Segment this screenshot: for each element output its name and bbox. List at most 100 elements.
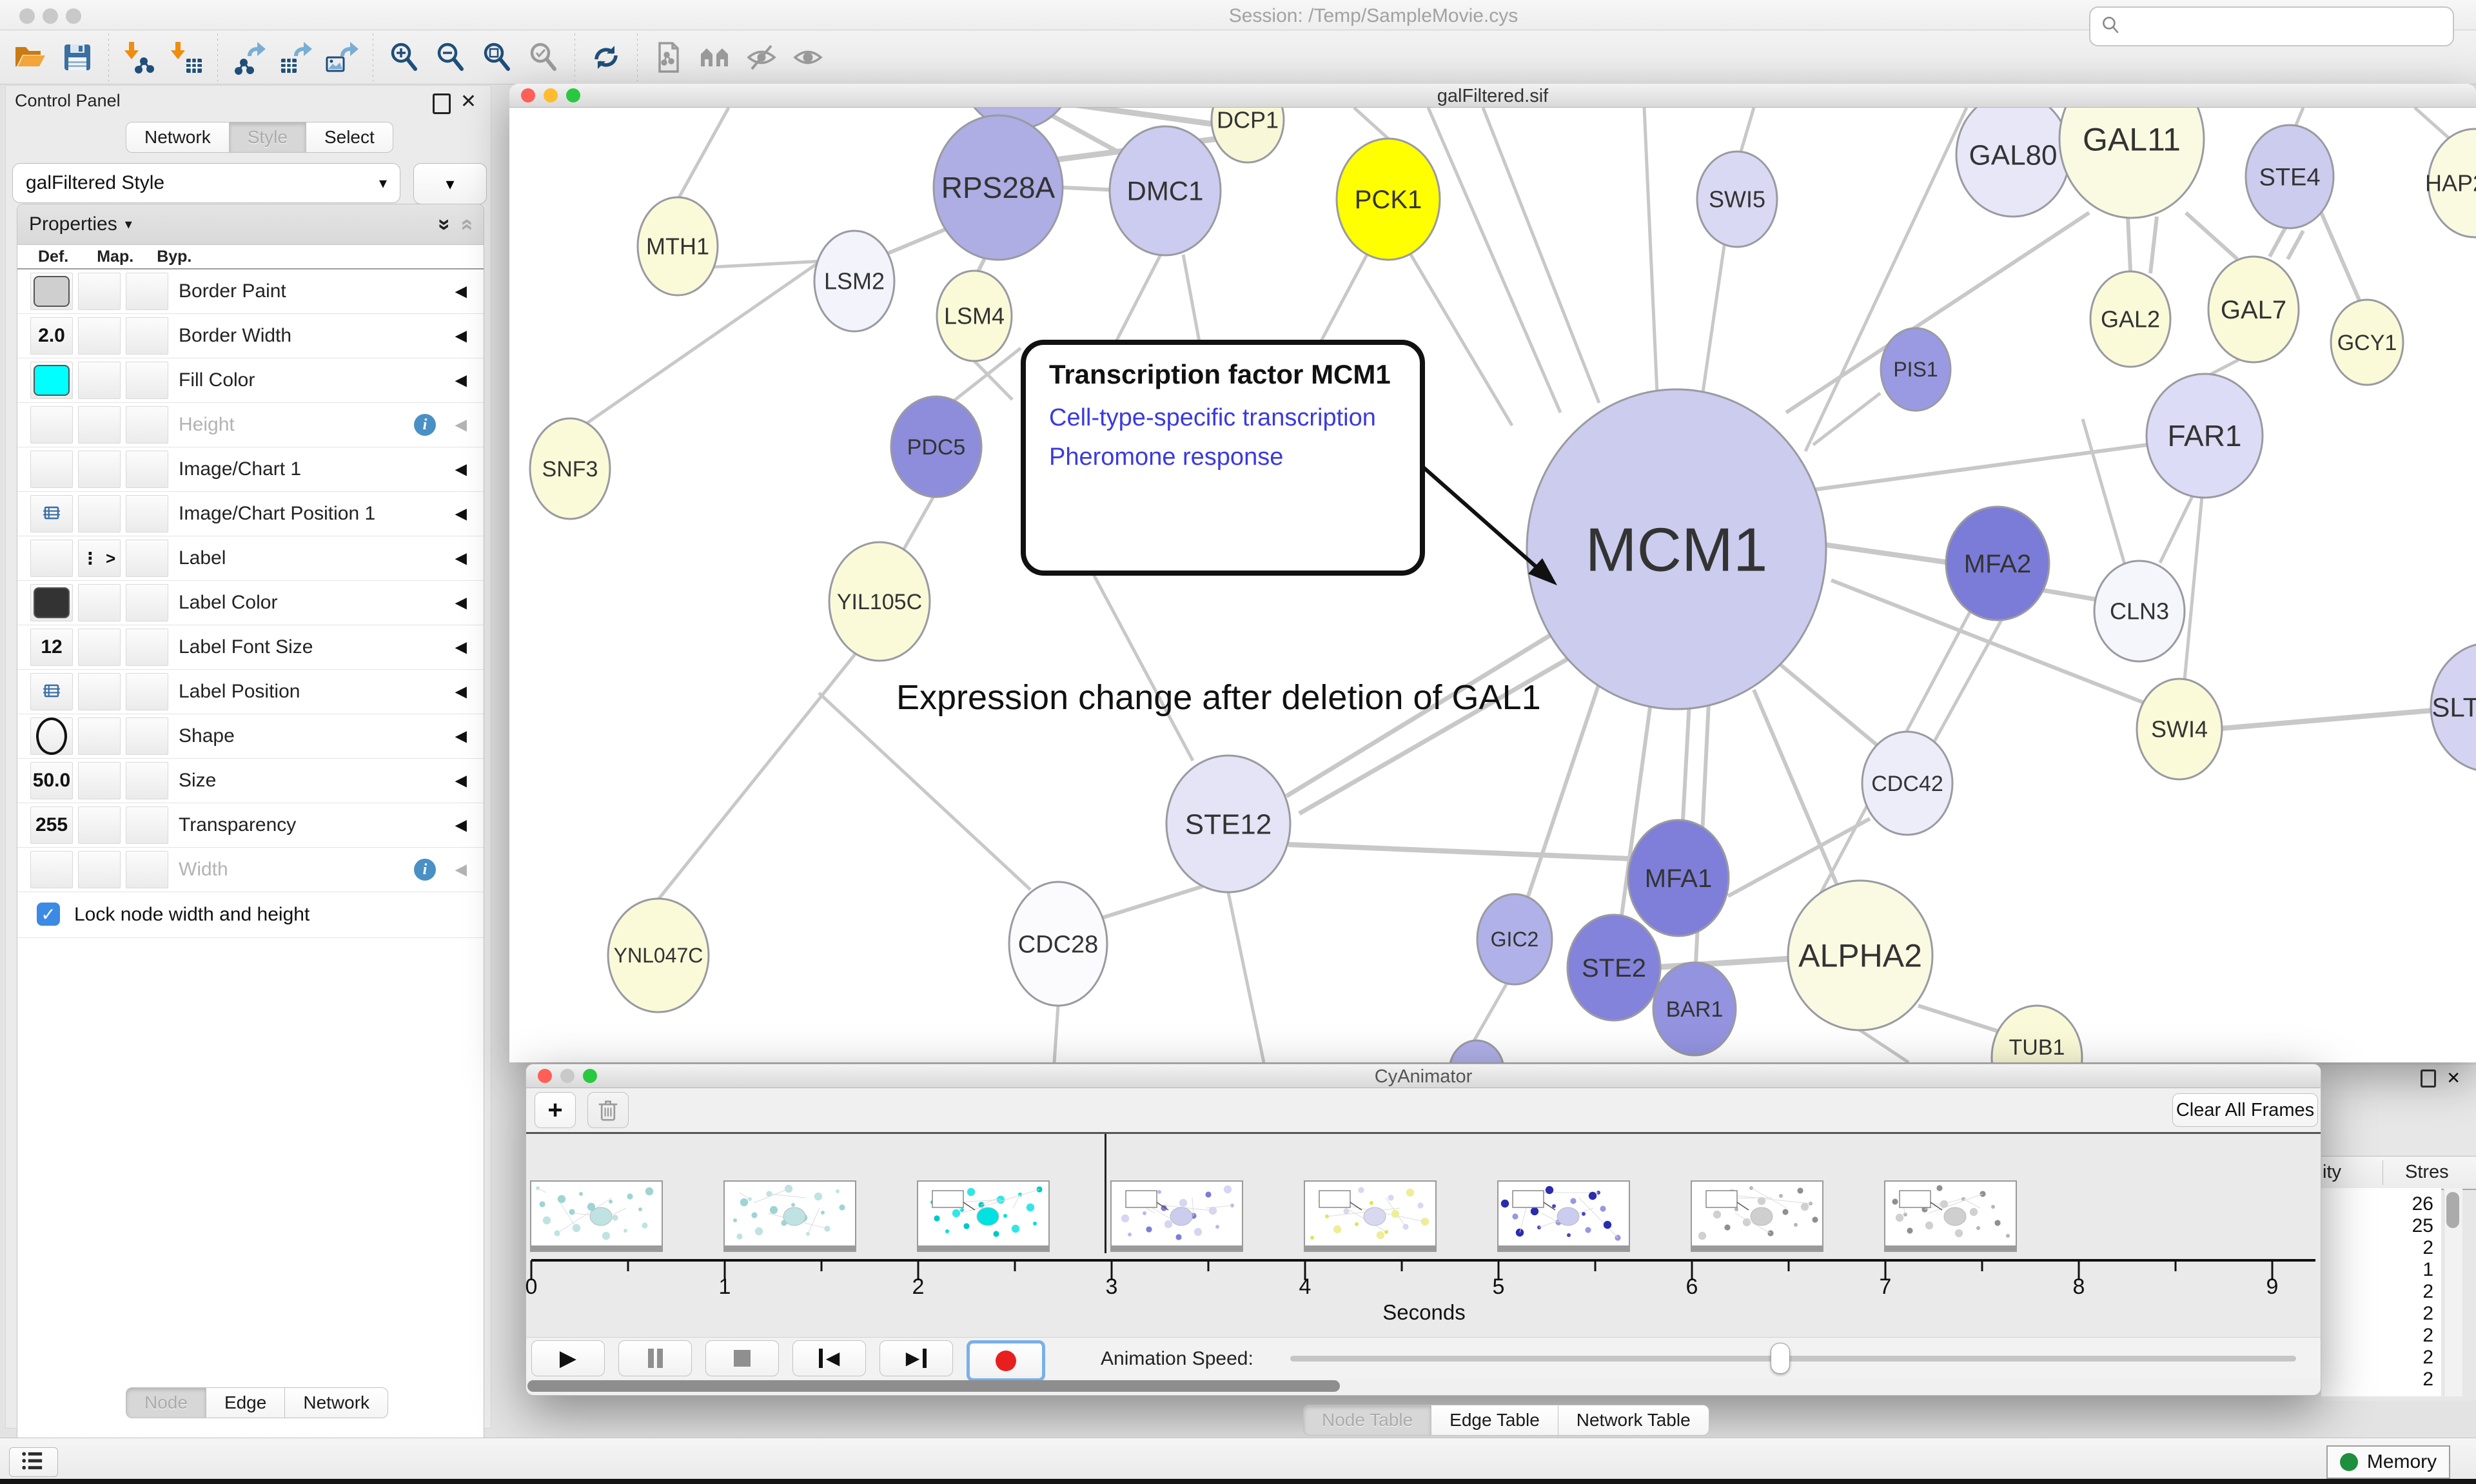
memory-button[interactable]: Memory [2326, 1445, 2450, 1479]
annotation-box[interactable]: Transcription factor MCM1 Cell-type-spec… [1021, 340, 1425, 576]
mapping-cell[interactable] [78, 851, 121, 888]
tab-select[interactable]: Select [306, 122, 393, 153]
tab-network[interactable]: Network [126, 122, 230, 153]
node-GAL11[interactable]: GAL11 [2059, 108, 2204, 218]
properties-header[interactable]: Properties ▾ » » [17, 204, 484, 245]
default-cell[interactable] [30, 673, 73, 710]
expand-arrow-icon[interactable]: ◀ [455, 594, 467, 612]
zoom-fit-icon[interactable] [478, 39, 516, 76]
default-value[interactable]: 255 [35, 814, 68, 836]
property-row-label-color[interactable]: Label Color◀ [17, 581, 484, 625]
window-minimize-icon[interactable] [43, 8, 58, 24]
bypass-cell[interactable] [126, 495, 168, 532]
network-canvas[interactable]: RPS28BDCP1RPS28ADMC1PCK1SWI5GAL80GAL11ST… [509, 108, 2476, 1062]
default-cell[interactable]: 255 [30, 806, 73, 844]
node-LSM2[interactable]: LSM2 [814, 231, 894, 331]
lock-checkbox[interactable]: ✓ [37, 903, 60, 926]
window-close-icon[interactable] [19, 8, 35, 24]
mapping-cell[interactable] [78, 495, 121, 532]
node-GAL80[interactable]: GAL80 [1956, 108, 2070, 217]
close-icon[interactable] [538, 1069, 552, 1083]
mapping-cell[interactable] [78, 584, 121, 621]
expand-arrow-icon[interactable]: ◀ [455, 638, 467, 657]
minimize-icon[interactable] [544, 88, 558, 103]
record-button[interactable] [967, 1340, 1045, 1381]
default-cell[interactable] [30, 540, 73, 577]
search-field[interactable] [2089, 6, 2454, 46]
show-all-icon[interactable] [789, 39, 827, 76]
add-frame-button[interactable]: + [535, 1092, 576, 1128]
node-MCM1[interactable]: MCM1 [1527, 389, 1826, 709]
tab-network-table[interactable]: Network Table [1558, 1405, 1709, 1436]
node-YIL105C[interactable]: YIL105C [829, 542, 930, 661]
tab-network[interactable]: Network [285, 1387, 388, 1418]
bypass-cell[interactable] [126, 451, 168, 488]
expand-arrow-icon[interactable]: ◀ [455, 371, 467, 390]
network-window-titlebar[interactable]: galFiltered.sif [509, 84, 2476, 108]
bypass-cell[interactable] [126, 584, 168, 621]
node-CDC28[interactable]: CDC28 [1009, 882, 1107, 1006]
animation-speed-slider[interactable] [1290, 1356, 2296, 1362]
zoom-icon[interactable] [566, 88, 580, 103]
mapping-cell[interactable] [78, 673, 121, 710]
mapping-cell[interactable] [78, 362, 121, 399]
default-cell[interactable] [30, 362, 73, 399]
property-row-label[interactable]: ⋮ >Label◀ [17, 536, 484, 581]
frame-thumbnail-1[interactable] [723, 1180, 856, 1247]
node-PIS1[interactable]: PIS1 [1881, 328, 1950, 411]
node-MFA2[interactable]: MFA2 [1946, 507, 2049, 620]
node-ALPHA2[interactable]: ALPHA2 [1788, 881, 1932, 1030]
import-table-icon[interactable] [168, 39, 205, 76]
delete-frame-button[interactable] [587, 1092, 629, 1128]
timeline-area[interactable]: 0123456789 Seconds [526, 1134, 2321, 1337]
search-input[interactable] [2121, 15, 2433, 37]
node-CLN3[interactable]: CLN3 [2094, 561, 2185, 661]
window-zoom-icon[interactable] [66, 8, 81, 24]
node-BAR1[interactable]: BAR1 [1653, 962, 1736, 1055]
zoom-icon[interactable] [583, 1069, 597, 1083]
expand-arrow-icon[interactable]: ◀ [455, 549, 467, 568]
node-PDC5[interactable]: PDC5 [891, 396, 981, 497]
tab-style[interactable]: Style [230, 122, 306, 153]
panel-close-icon[interactable]: ✕ [2446, 1068, 2461, 1088]
expand-arrow-icon[interactable]: ◀ [455, 416, 467, 434]
mapping-cell[interactable] [78, 806, 121, 844]
minimize-icon[interactable] [560, 1069, 575, 1083]
tab-node[interactable]: Node [126, 1387, 206, 1418]
property-row-image-chart-1[interactable]: Image/Chart 1◀ [17, 447, 484, 492]
style-selector[interactable]: galFiltered Style ▾ [12, 163, 400, 203]
close-icon[interactable] [521, 88, 535, 103]
passthrough-mapping-icon[interactable]: ⋮ > [82, 549, 117, 569]
bypass-cell[interactable] [126, 673, 168, 710]
expand-arrow-icon[interactable]: ◀ [455, 282, 467, 301]
default-swatch[interactable] [34, 587, 70, 618]
mapping-cell[interactable]: ⋮ > [78, 540, 121, 577]
node-STE12[interactable]: STE12 [1166, 756, 1290, 892]
property-row-transparency[interactable]: 255Transparency◀ [17, 803, 484, 848]
node-RPS28A[interactable]: RPS28A [934, 115, 1063, 260]
bypass-cell[interactable] [126, 317, 168, 355]
tab-node-table[interactable]: Node Table [1303, 1405, 1431, 1436]
zoom-in-icon[interactable] [386, 39, 423, 76]
column-header-connectivity[interactable]: ity [2323, 1162, 2341, 1183]
zoom-out-icon[interactable] [432, 39, 469, 76]
bypass-cell[interactable] [126, 718, 168, 755]
default-value[interactable]: 2.0 [38, 325, 65, 347]
node-STE2[interactable]: STE2 [1567, 915, 1660, 1020]
frame-thumbnail-6[interactable] [1691, 1180, 1823, 1247]
node-SWI4[interactable]: SWI4 [2137, 679, 2222, 779]
property-row-fill-color[interactable]: Fill Color◀ [17, 358, 484, 403]
node-DCP1[interactable]: DCP1 [1212, 108, 1284, 162]
node-SWI5[interactable]: SWI5 [1697, 151, 1777, 247]
timeline-scrollbar[interactable] [526, 1378, 2321, 1395]
frame-thumbnail-2[interactable] [917, 1180, 1050, 1247]
expand-arrow-icon[interactable]: ◀ [455, 327, 467, 346]
default-value[interactable]: 12 [41, 636, 62, 658]
pause-button[interactable] [618, 1340, 692, 1376]
cyanimator-titlebar[interactable]: CyAnimator [526, 1064, 2321, 1088]
panel-float-icon[interactable] [2421, 1069, 2436, 1088]
previous-frame-button[interactable]: ◀ [792, 1340, 866, 1376]
property-row-height[interactable]: Heighti◀ [17, 403, 484, 447]
node-GCY1[interactable]: GCY1 [2331, 300, 2403, 385]
default-cell[interactable] [30, 451, 73, 488]
